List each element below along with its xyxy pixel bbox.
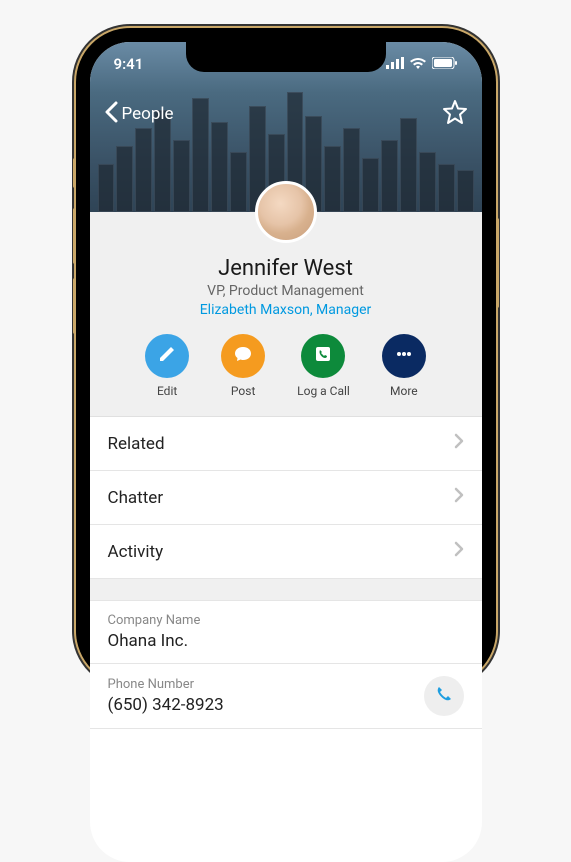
- field-value: (650) 342-8923: [108, 695, 224, 715]
- back-label: People: [122, 104, 174, 124]
- notch: [186, 42, 386, 72]
- edit-button[interactable]: Edit: [145, 334, 189, 398]
- field-value: Ohana Inc.: [108, 631, 201, 651]
- person-name: Jennifer West: [106, 256, 466, 281]
- more-dots-icon: [394, 344, 414, 368]
- chevron-right-icon: [454, 487, 464, 508]
- action-label: Edit: [157, 384, 177, 398]
- chevron-right-icon: [454, 433, 464, 454]
- profile-card: Jennifer West VP, Product Management Eli…: [90, 212, 482, 417]
- action-row: Edit Post Log a Ca: [106, 334, 466, 398]
- pencil-icon: [157, 344, 177, 368]
- company-field[interactable]: Company Name Ohana Inc.: [90, 601, 482, 664]
- more-button[interactable]: More: [382, 334, 426, 398]
- avatar[interactable]: [255, 181, 317, 243]
- chevron-right-icon: [454, 541, 464, 562]
- device-frame: 9:41: [76, 28, 496, 685]
- row-label: Activity: [108, 542, 164, 562]
- row-label: Chatter: [108, 488, 164, 508]
- log-call-button[interactable]: Log a Call: [297, 334, 350, 398]
- field-label: Company Name: [108, 613, 201, 628]
- phone-log-icon: [313, 344, 333, 368]
- related-row[interactable]: Related: [90, 417, 482, 471]
- call-button[interactable]: [424, 676, 464, 716]
- chevron-left-icon: [104, 101, 118, 128]
- action-label: Post: [231, 384, 255, 398]
- chat-bubble-icon: [233, 344, 253, 368]
- person-title: VP, Product Management: [106, 283, 466, 299]
- phone-icon: [434, 684, 454, 708]
- action-label: Log a Call: [297, 384, 350, 398]
- back-button[interactable]: People: [104, 101, 174, 128]
- section-spacer: [90, 579, 482, 601]
- post-button[interactable]: Post: [221, 334, 265, 398]
- action-label: More: [390, 384, 418, 398]
- screen: 9:41: [90, 42, 482, 862]
- activity-row[interactable]: Activity: [90, 525, 482, 579]
- manager-link[interactable]: Elizabeth Maxson, Manager: [106, 302, 466, 318]
- status-time: 9:41: [114, 55, 144, 73]
- wifi-icon: [409, 55, 427, 73]
- signal-icon: [386, 55, 404, 73]
- chatter-row[interactable]: Chatter: [90, 471, 482, 525]
- battery-icon: [432, 55, 458, 73]
- phone-field[interactable]: Phone Number (650) 342-8923: [90, 664, 482, 729]
- favorite-star-icon[interactable]: [442, 99, 468, 129]
- row-label: Related: [108, 434, 165, 454]
